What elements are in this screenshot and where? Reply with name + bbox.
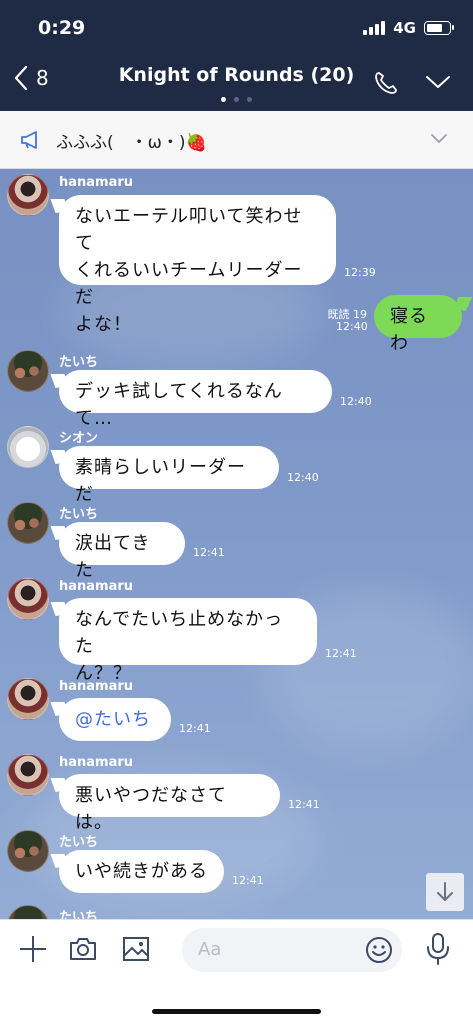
- message-input-bar: Aa: [0, 919, 473, 1024]
- avatar[interactable]: [7, 905, 49, 919]
- mention-bubble[interactable]: @たいち: [59, 698, 171, 741]
- chevron-down-icon: [426, 76, 450, 88]
- scroll-to-bottom-button[interactable]: [426, 873, 464, 911]
- image-icon[interactable]: [121, 934, 151, 964]
- message-time: 12:40: [340, 395, 372, 408]
- chat-header: 0:29 4G 8 Knight of Rounds (20): [0, 0, 473, 111]
- menu-toggle-button[interactable]: [425, 74, 451, 94]
- avatar[interactable]: [7, 502, 49, 544]
- phone-icon: [375, 72, 397, 94]
- network-type: 4G: [393, 19, 416, 37]
- page-indicator: [0, 97, 473, 102]
- message-time: 12:41: [232, 874, 264, 887]
- battery-icon: [424, 21, 454, 35]
- avatar[interactable]: [7, 754, 49, 796]
- call-button[interactable]: [373, 70, 399, 100]
- message-time: 12:40: [287, 471, 319, 484]
- sender-name: たいち: [59, 507, 99, 522]
- megaphone-icon: [21, 131, 37, 149]
- status-time: 0:29: [38, 17, 86, 39]
- chevron-down-icon[interactable]: [430, 133, 448, 145]
- announcement-text: ふふふ( ・ω・)🍓: [56, 133, 207, 153]
- avatar[interactable]: [7, 678, 49, 720]
- avatar[interactable]: [7, 578, 49, 620]
- my-message-bubble[interactable]: 寝るわ: [374, 295, 462, 354]
- microphone-icon[interactable]: [425, 932, 451, 966]
- avatar[interactable]: [7, 350, 49, 392]
- status-icons: 4G: [363, 19, 454, 37]
- sender-name: たいち: [59, 910, 99, 919]
- message-bubble[interactable]: なんでたいち止めなかった ん？？: [59, 598, 317, 684]
- sender-name: hanamaru: [59, 755, 134, 770]
- plus-icon[interactable]: [18, 934, 48, 964]
- announcement-bar[interactable]: ふふふ( ・ω・)🍓: [0, 111, 473, 169]
- home-indicator: [152, 1009, 321, 1014]
- chat-area[interactable]: hanamaru ないエーテル叩いて笑わせて くれるいいチームリーダーだ よな！…: [0, 169, 473, 919]
- chat-title: Knight of Rounds (20): [118, 64, 355, 86]
- sender-name: hanamaru: [59, 175, 134, 190]
- message-time: 12:41: [325, 647, 357, 660]
- message-bubble[interactable]: 涙出てきた: [59, 522, 185, 581]
- camera-icon[interactable]: [68, 934, 98, 964]
- avatar[interactable]: [7, 174, 49, 216]
- message-bubble[interactable]: ないエーテル叩いて笑わせて くれるいいチームリーダーだ よな！: [59, 195, 336, 335]
- input-placeholder: Aa: [198, 939, 222, 960]
- avatar[interactable]: [7, 830, 49, 872]
- sender-name: たいち: [59, 355, 99, 370]
- message-input[interactable]: Aa: [182, 928, 402, 972]
- sender-name: hanamaru: [59, 579, 134, 594]
- signal-icon: [363, 21, 386, 35]
- message-time: 12:41: [193, 546, 225, 559]
- sender-name: たいち: [59, 835, 99, 850]
- message-bubble[interactable]: 悪いやつだなさては。: [59, 774, 280, 833]
- message-time: 12:39: [344, 266, 376, 279]
- message-time: 12:41: [288, 798, 320, 811]
- message-bubble[interactable]: デッキ試してくれるなんて…: [59, 370, 332, 429]
- message-bubble[interactable]: いや続きがある: [59, 850, 224, 893]
- sender-name: シオン: [59, 431, 99, 446]
- message-time: 12:41: [179, 722, 211, 735]
- emoji-icon[interactable]: [364, 935, 394, 965]
- arrow-down-icon: [437, 882, 453, 901]
- message-bubble[interactable]: 素晴らしいリーダーだ: [59, 446, 279, 505]
- sender-name: hanamaru: [59, 679, 134, 694]
- avatar[interactable]: [7, 426, 49, 468]
- message-time: 12:40: [336, 320, 368, 333]
